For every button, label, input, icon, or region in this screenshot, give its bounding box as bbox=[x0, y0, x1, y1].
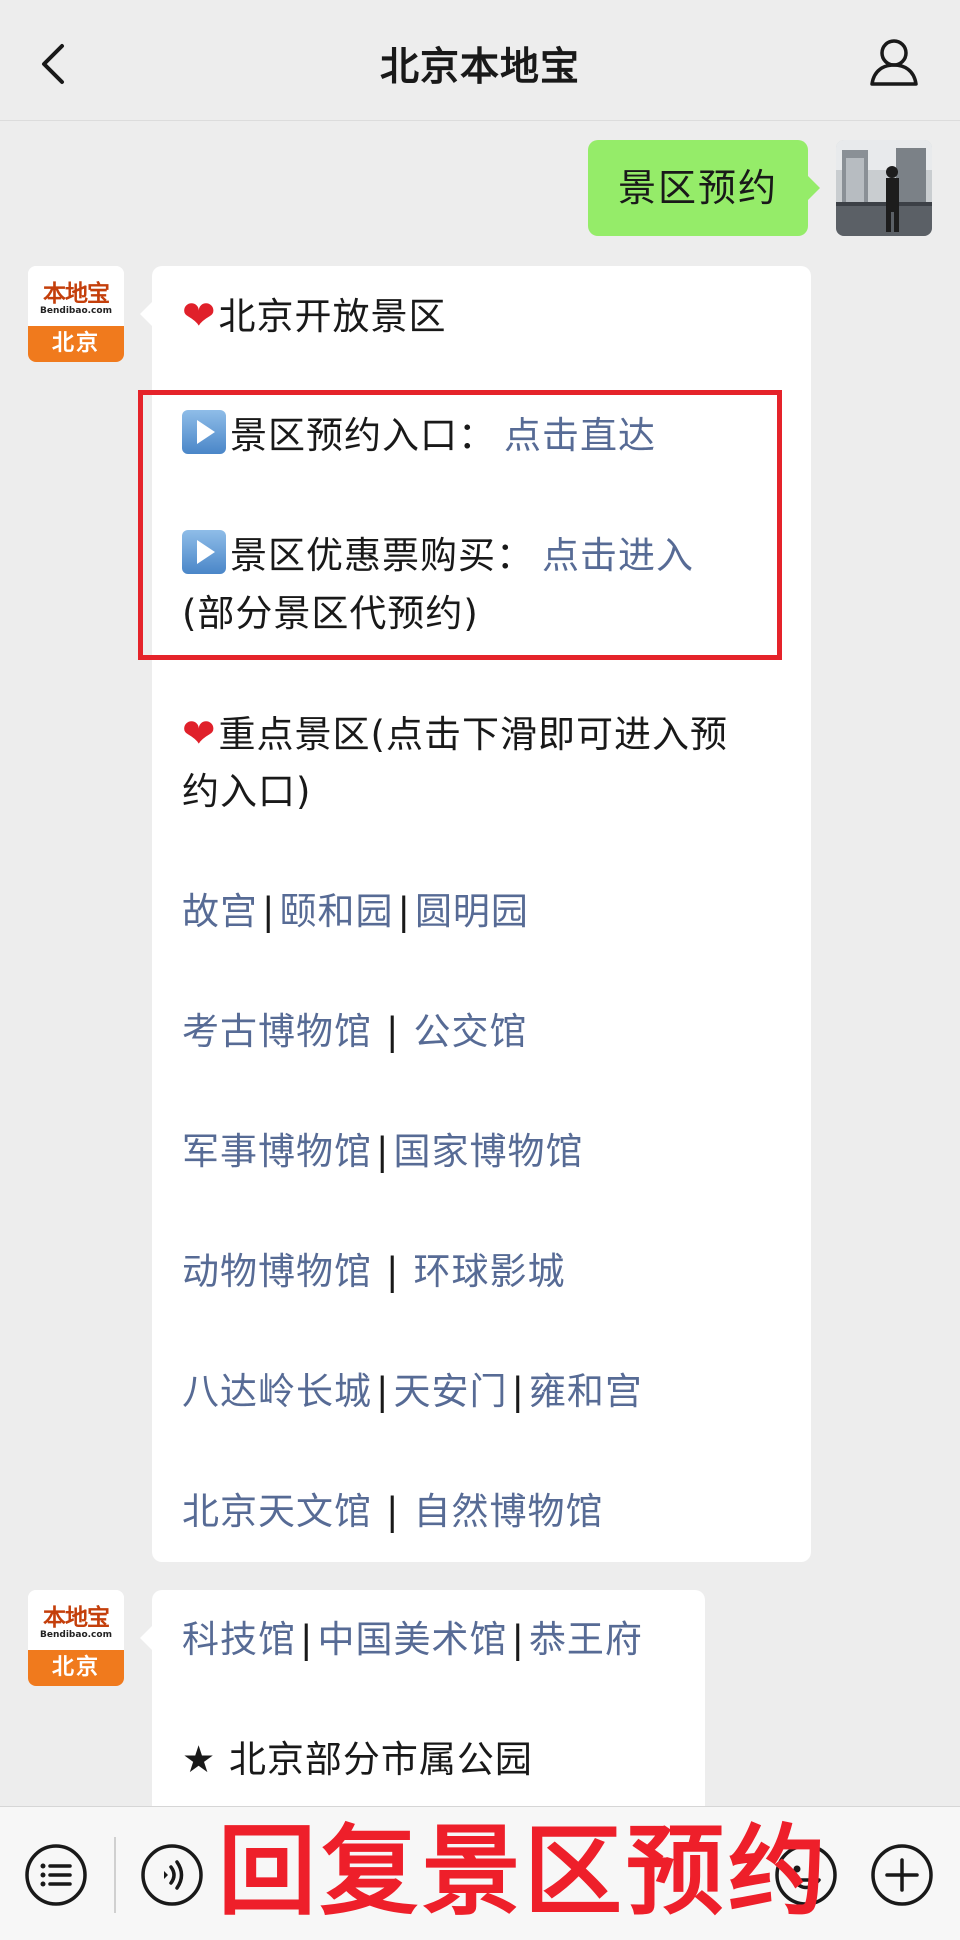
separator: | bbox=[511, 1618, 525, 1661]
avatar-logo-text: 本地宝 bbox=[43, 280, 110, 307]
separator: | bbox=[386, 1490, 400, 1533]
user-message-bubble: 景区预约 bbox=[587, 140, 821, 236]
voice-icon bbox=[141, 1844, 203, 1906]
attraction-row: 八达岭长城 | 天安门 | 雍和宫 bbox=[182, 1362, 643, 1422]
attraction-link-science-museum[interactable]: 科技馆 bbox=[182, 1618, 296, 1661]
avatar-logo-sub: Bendibao.com bbox=[40, 1630, 112, 1640]
profile-button[interactable] bbox=[866, 34, 922, 90]
attraction-row: 故宫 | 颐和园 | 圆明园 bbox=[182, 882, 529, 942]
attraction-link-bus-museum[interactable]: 公交馆 bbox=[413, 1010, 527, 1053]
voice-button[interactable] bbox=[140, 1843, 204, 1907]
bendibao-avatar[interactable]: 本地宝 Bendibao.com 北京 bbox=[28, 266, 124, 362]
attraction-link-tiananmen[interactable]: 天安门 bbox=[393, 1370, 507, 1413]
add-button[interactable] bbox=[870, 1843, 934, 1907]
key-heading-line2: 约入口) bbox=[182, 770, 312, 813]
attraction-row: 动物博物馆 | 环球影城 bbox=[182, 1242, 565, 1302]
attraction-link-prince-gong[interactable]: 恭王府 bbox=[529, 1618, 643, 1661]
attraction-link-art-museum[interactable]: 中国美术馆 bbox=[317, 1618, 507, 1661]
attraction-link-yuanmingyuan[interactable]: 圆明园 bbox=[415, 890, 529, 933]
person-icon bbox=[870, 39, 918, 86]
attraction-link-national-museum[interactable]: 国家博物馆 bbox=[393, 1130, 583, 1173]
attraction-link-gugong[interactable]: 故宫 bbox=[182, 890, 258, 933]
separator: | bbox=[386, 1250, 400, 1293]
open-attractions-heading: ❤北京开放景区 bbox=[182, 286, 447, 347]
attraction-row: 考古博物馆 | 公交馆 bbox=[182, 1002, 527, 1062]
attraction-row: 北京天文馆 | 自然博物馆 bbox=[182, 1482, 603, 1542]
separator: | bbox=[376, 1370, 390, 1413]
attraction-link-zoology-museum[interactable]: 动物博物馆 bbox=[182, 1250, 372, 1293]
key-attractions-heading: ❤重点景区(点击下滑即可进入预 bbox=[182, 704, 728, 765]
attraction-link-planetarium[interactable]: 北京天文馆 bbox=[182, 1490, 372, 1533]
toolbar-divider bbox=[114, 1837, 116, 1913]
attraction-row: 科技馆 | 中国美术馆 | 恭王府 bbox=[182, 1610, 643, 1670]
menu-button[interactable] bbox=[24, 1843, 88, 1907]
avatar-city: 北京 bbox=[28, 326, 124, 362]
heart-icon: ❤ bbox=[182, 293, 217, 339]
separator: | bbox=[386, 1010, 400, 1053]
plus-icon bbox=[871, 1844, 933, 1906]
heading-text: 北京开放景区 bbox=[218, 295, 447, 338]
page-title: 北京本地宝 bbox=[379, 45, 580, 90]
attraction-link-archaeology-museum[interactable]: 考古博物馆 bbox=[182, 1010, 372, 1053]
heart-icon: ❤ bbox=[182, 711, 217, 757]
user-avatar-image bbox=[836, 140, 932, 236]
highlight-box bbox=[138, 390, 782, 660]
reply-prompt-overlay: 回复景区预约 bbox=[218, 1815, 831, 1929]
bendibao-avatar[interactable]: 本地宝 Bendibao.com 北京 bbox=[28, 1590, 124, 1686]
attraction-row: 军事博物馆 | 国家博物馆 bbox=[182, 1122, 583, 1182]
avatar-logo-sub: Bendibao.com bbox=[40, 306, 112, 316]
attraction-link-yonghegong[interactable]: 雍和宫 bbox=[529, 1370, 643, 1413]
separator: | bbox=[262, 890, 276, 933]
separator: | bbox=[300, 1618, 314, 1661]
attraction-link-natural-history-museum[interactable]: 自然博物馆 bbox=[413, 1490, 603, 1533]
avatar-city: 北京 bbox=[28, 1650, 124, 1686]
attraction-link-universal-studios[interactable]: 环球影城 bbox=[413, 1250, 565, 1293]
star-icon: ★ bbox=[182, 1738, 217, 1781]
parks-heading: ★ 北京部分市属公园 bbox=[182, 1730, 533, 1790]
user-avatar[interactable] bbox=[836, 140, 932, 236]
separator: | bbox=[511, 1370, 525, 1413]
separator: | bbox=[376, 1130, 390, 1173]
avatar-logo-text: 本地宝 bbox=[43, 1604, 110, 1631]
parks-heading-text: 北京部分市属公园 bbox=[228, 1738, 533, 1781]
bot-message-bubble: 科技馆 | 中国美术馆 | 恭王府 ★ 北京部分市属公园 bbox=[140, 1590, 705, 1830]
attraction-link-badaling[interactable]: 八达岭长城 bbox=[182, 1370, 372, 1413]
separator: | bbox=[397, 890, 411, 933]
top-bar: 北京本地宝 bbox=[0, 0, 960, 121]
attraction-link-military-museum[interactable]: 军事博物馆 bbox=[182, 1130, 372, 1173]
attraction-link-yiheyuan[interactable]: 颐和园 bbox=[279, 890, 393, 933]
list-menu-icon bbox=[25, 1844, 87, 1906]
key-heading-line1: 重点景区(点击下滑即可进入预 bbox=[218, 713, 728, 756]
